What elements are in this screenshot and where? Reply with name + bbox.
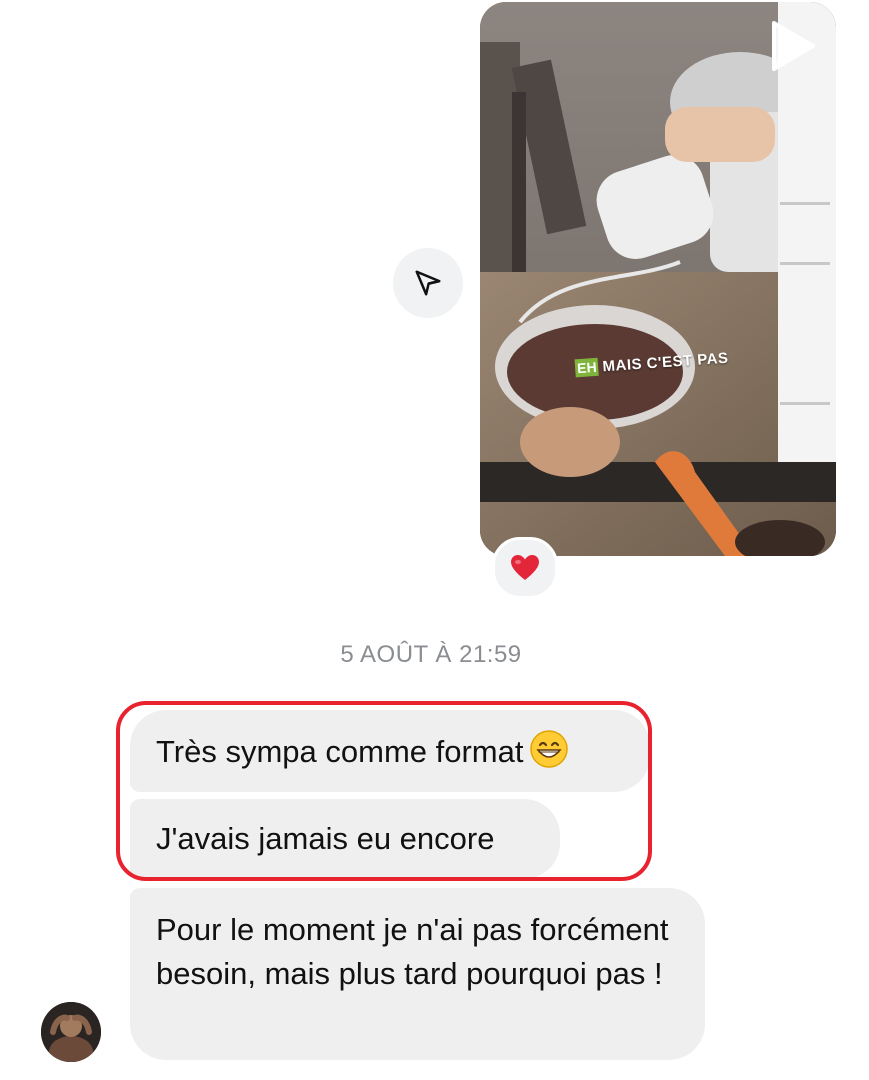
highlight-outline [116, 701, 652, 881]
dm-conversation: EH MAIS C'EST PAS 5 AOÛT À 21:59 Très sy… [0, 0, 869, 1080]
sender-avatar[interactable] [41, 1002, 101, 1062]
message-timestamp: 5 AOÛT À 21:59 [340, 641, 522, 668]
play-icon [772, 21, 815, 71]
paper-plane-icon [415, 270, 441, 296]
heart-reaction[interactable] [492, 537, 558, 599]
message-text: Pour le moment je n'ai pas forcément bes… [156, 912, 669, 991]
heart-icon [511, 555, 539, 580]
caption-tag: EH [574, 357, 600, 378]
message-bubble[interactable]: Pour le moment je n'ai pas forcément bes… [130, 888, 705, 1060]
share-button[interactable] [393, 248, 463, 318]
shared-video[interactable]: EH MAIS C'EST PAS [480, 2, 836, 556]
avatar-image [41, 1002, 101, 1062]
video-thumbnail [480, 2, 836, 556]
